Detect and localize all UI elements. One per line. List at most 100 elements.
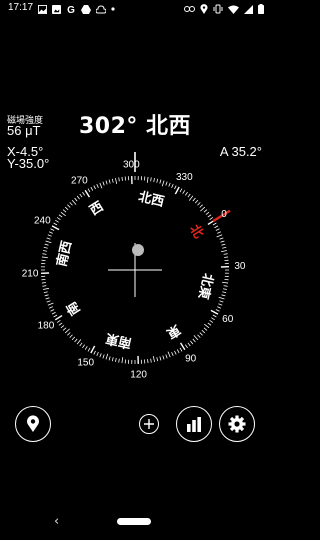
plus-icon [144,419,154,429]
dial-tick [209,319,214,323]
compass-dial[interactable]: 0 30 60 90 120 150 180 210 240 270 300 330 北北東東 南東 南 南西… [0,140,270,400]
drive-icon [81,4,91,14]
direction-label: 北 [186,222,206,241]
dial-tick [224,256,229,258]
dial-tick [147,359,149,364]
dial-tick [41,256,48,259]
dial-tick [96,183,99,188]
stats-button[interactable] [176,406,212,442]
wifi-icon [228,5,239,14]
dial-tick [215,309,220,312]
dial-tick [223,253,228,255]
dial-tick [64,328,70,334]
dial-tick [222,281,229,284]
dial-tick [165,354,168,359]
degree-label: 0 [221,209,227,220]
dial-tick [221,243,226,246]
add-button[interactable] [139,414,159,434]
cloud-icon [96,4,106,13]
dial-tick [124,359,126,364]
dial-tick [46,300,51,303]
dial-tick [153,177,155,183]
dial-tick [217,306,222,309]
dial-tick [93,185,96,190]
dial-tick [156,178,159,183]
dial-tick [43,291,48,294]
degree-label: 30 [234,261,246,272]
dial-tick [115,177,118,185]
dial-tick [150,177,152,182]
dial-tick [45,297,50,300]
dial-tick [146,176,149,183]
dial-tick [223,285,228,287]
dial-tick [192,338,196,343]
degree-label: 120 [130,370,147,381]
dial-tick [90,186,94,191]
dial-tick [67,332,71,336]
dial-tick [48,231,53,234]
dial-tick [96,352,99,357]
dial-tick [152,355,155,363]
dial-tick [137,355,139,364]
image-icon [38,4,47,14]
dial-tick [111,357,114,362]
dial-tick [187,342,191,347]
dial-tick [171,183,174,188]
dial-tick [79,342,83,347]
dial-tick [193,335,199,341]
dial-tick [224,259,229,261]
dial-tick [121,357,124,364]
dial-tick [190,340,194,345]
dial-tick [42,287,50,290]
dial-tick [128,359,130,364]
dial-tick [179,347,183,352]
dial-tick [82,344,86,349]
dial-tick [71,199,77,205]
settings-button[interactable] [219,406,255,442]
dial-tick [207,322,212,326]
link-icon [184,6,195,12]
nav-back-button[interactable]: ‹ [54,514,59,529]
location-pin-icon [27,415,39,432]
dial-tick [174,350,177,355]
dial-tick [48,306,53,309]
direction-label: 南西 [54,239,75,268]
dial-tick [76,195,80,200]
dial-tick [184,191,188,196]
nav-home-pill[interactable] [117,518,151,525]
dial-tick [212,314,217,318]
dial-tick [137,176,139,181]
location-button[interactable] [15,406,51,442]
dial-tick [74,338,78,343]
dial-tick [58,214,63,218]
dial-tick [204,323,210,329]
dial-tick [90,345,96,354]
degree-label: 90 [185,354,197,365]
dial-tick [222,291,227,294]
dial-tick [54,314,63,321]
dial-tick [167,351,171,358]
dial-tick [150,358,152,363]
vibrate-icon [213,4,223,14]
dial-tick [187,193,191,198]
status-notification-icons: G [38,3,115,15]
dial-tick [140,359,142,364]
dial-tick [182,190,186,194]
degree-label: 300 [123,160,140,171]
signal-icon [244,4,253,14]
bar-chart-icon [187,416,201,432]
gallery-icon [52,4,61,14]
dial-tick [111,178,114,183]
dial-tick [224,279,229,281]
degree-label: 60 [222,314,234,325]
dial-tick [199,332,203,336]
dial-tick [47,234,52,237]
degree-label: 210 [22,268,39,279]
dial-tick [176,349,180,354]
degree-label: 180 [38,320,55,331]
degree-label: 330 [176,172,193,183]
dial-tick [201,329,206,334]
dial-tick [69,334,73,338]
dial-tick [51,225,60,231]
dial-tick [56,319,61,323]
